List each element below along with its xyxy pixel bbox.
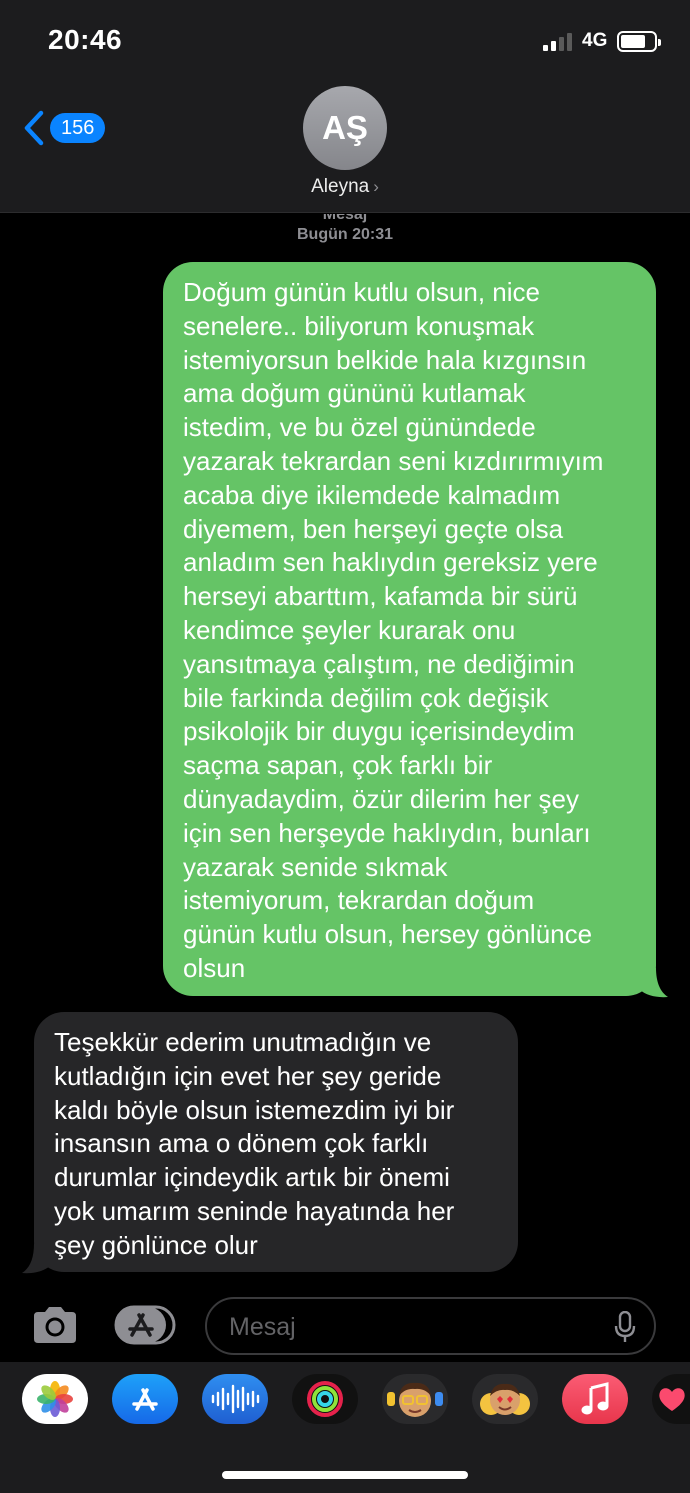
music-icon[interactable] [562, 1374, 628, 1424]
home-indicator[interactable] [222, 1471, 468, 1479]
contact-avatar[interactable]: AŞ [303, 86, 387, 170]
battery-icon [617, 31, 661, 52]
digital-touch-icon[interactable] [652, 1374, 690, 1424]
network-type: 4G [582, 30, 608, 51]
unread-count-badge: 156 [50, 113, 106, 143]
received-message-bubble[interactable]: Teşekkür ederim unutmadığın ve kutladığı… [34, 1012, 518, 1272]
memoji-icon[interactable] [382, 1374, 448, 1424]
back-button[interactable]: 156 [24, 108, 106, 148]
message-input-placeholder: Mesaj [229, 1313, 296, 1341]
app-store-button-icon[interactable] [114, 1304, 178, 1346]
memoji-stickers-icon[interactable] [472, 1374, 538, 1424]
microphone-icon[interactable] [614, 1311, 636, 1343]
activity-icon[interactable] [292, 1374, 358, 1424]
cellular-signal-icon [543, 33, 575, 51]
contact-name: Aleyna [311, 176, 370, 197]
chevron-right-icon: › [373, 177, 379, 196]
camera-icon[interactable] [30, 1304, 80, 1346]
message-composer: Mesaj [0, 1290, 690, 1362]
message-input[interactable]: Mesaj [205, 1297, 656, 1355]
sent-bubble-tail [640, 968, 668, 998]
app-store-icon[interactable] [112, 1374, 178, 1424]
battery-level-fill [621, 35, 645, 48]
status-bar: 20:46 4G [0, 0, 690, 80]
received-bubble-tail [22, 1244, 50, 1274]
chevron-left-icon [24, 110, 44, 146]
status-time: 20:46 [48, 24, 123, 55]
audio-message-icon[interactable] [202, 1374, 268, 1424]
thread-timestamp: Bugün 20:31 [296, 226, 393, 243]
photos-icon[interactable] [22, 1374, 88, 1424]
contact-name-button[interactable]: Aleyna › [0, 176, 690, 198]
sent-message-bubble[interactable]: Doğum günün kutlu olsun, nice senelere..… [163, 262, 656, 996]
